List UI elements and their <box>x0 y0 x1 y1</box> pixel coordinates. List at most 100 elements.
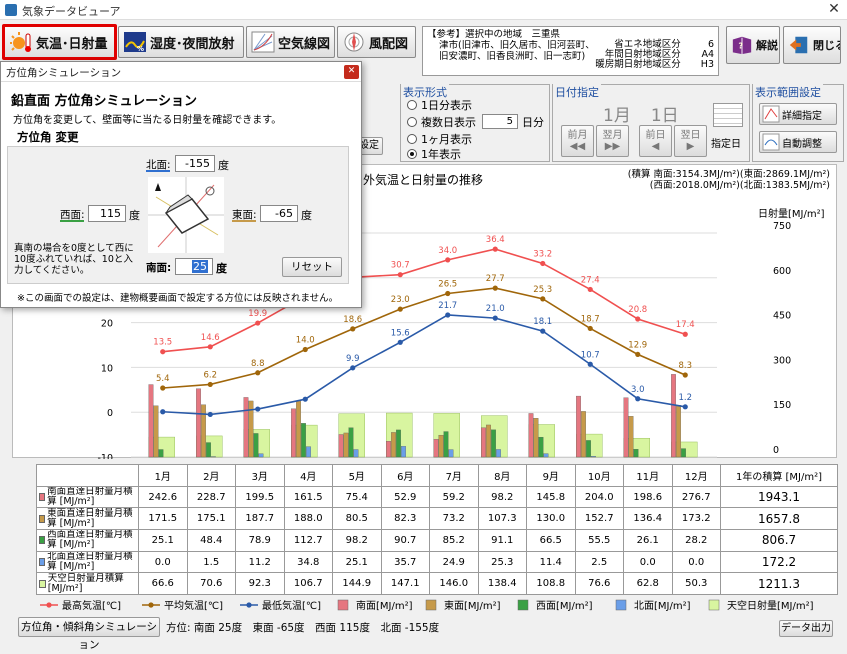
temp-solar-button[interactable]: 気温･日射量 <box>2 24 117 60</box>
auto-adjust-button[interactable]: 自動調整 <box>759 131 837 153</box>
east-input[interactable]: -65 <box>260 205 298 222</box>
data-label: 33.2 <box>533 249 552 259</box>
west-input[interactable]: 115 <box>88 205 126 222</box>
bar-north <box>354 450 359 457</box>
row-label: 南面直達日射量月積算 [MJ/m²] <box>37 486 139 508</box>
data-label: 10.7 <box>581 350 600 360</box>
prev-day-button[interactable]: 前日◀ <box>639 125 672 157</box>
table-cell: 173.2 <box>672 508 721 530</box>
line-point <box>208 412 213 417</box>
wind-rose-button[interactable]: 風配図 <box>337 26 416 58</box>
radio-one-year[interactable]: 1年表示 <box>407 146 544 161</box>
north-input[interactable]: -155 <box>175 155 215 172</box>
days-input[interactable]: 5 <box>482 114 518 129</box>
next-month-label: 翌月 <box>597 126 628 141</box>
bar-east <box>439 435 444 457</box>
north-color-line <box>146 170 170 172</box>
table-cell: 25.1 <box>139 530 188 552</box>
row-color-swatch <box>39 493 45 501</box>
window-close-icon[interactable]: ✕ <box>826 1 842 17</box>
row-color-swatch <box>39 558 45 566</box>
month-header: 10月 <box>575 465 624 487</box>
month-header: 12月 <box>672 465 721 487</box>
row-label-text: 北面直達日射量月積算 [MJ/m²] <box>47 552 138 572</box>
table-cell: 78.9 <box>236 530 285 552</box>
bar-north <box>496 449 501 457</box>
bar-east <box>629 416 634 457</box>
orientation-status: 方位: 南面 25度 東面 -65度 西面 115度 北面 -155度 <box>166 620 439 635</box>
data-table: 1月 2月 3月 4月 5月 6月 7月 8月 9月 10月 11月 12月 1… <box>36 464 837 595</box>
line-point <box>160 349 165 354</box>
annual-total-cell: 1657.8 <box>721 508 838 530</box>
detail-setting-button[interactable]: 詳細指定 <box>759 103 837 125</box>
row-color-swatch <box>39 515 45 523</box>
month-header: 11月 <box>624 465 673 487</box>
prev-month-button[interactable]: 前月◀◀ <box>561 125 594 157</box>
south-label: 南面: <box>146 260 171 275</box>
data-label: 15.6 <box>391 328 410 338</box>
bar-south <box>434 439 439 457</box>
radio-multi-day-label: 複数日表示 <box>421 114 476 130</box>
line-point <box>635 396 640 401</box>
month-header: 4月 <box>284 465 333 487</box>
radio-dot <box>407 100 417 110</box>
calendar-icon[interactable] <box>713 103 743 127</box>
annual-total-cell: 1943.1 <box>721 486 838 508</box>
prev-month-label: 前月 <box>562 126 593 141</box>
radio-one-month[interactable]: 1ヶ月表示 <box>407 131 544 146</box>
table-cell: 107.3 <box>478 508 527 530</box>
annual-total-cell: 1211.3 <box>721 573 838 595</box>
legend-label: 天空日射量[MJ/m²] <box>727 599 814 612</box>
auto-adjust-label: 自動調整 <box>782 135 822 150</box>
set-date-label: 指定日 <box>711 135 741 150</box>
table-cell: 204.0 <box>575 486 624 508</box>
help-button[interactable]: ? 解説 <box>726 26 780 64</box>
table-cell: 75.4 <box>333 486 382 508</box>
close-button[interactable]: 閉じる <box>783 26 841 64</box>
simulation-button[interactable]: 方位角・傾斜角シミュレーション <box>18 617 160 637</box>
reset-button[interactable]: リセット <box>282 257 342 277</box>
data-label: 36.4 <box>486 235 505 245</box>
line-point <box>255 406 260 411</box>
table-cell: 198.6 <box>624 486 673 508</box>
row-color-swatch <box>39 580 46 588</box>
data-label: 21.7 <box>438 301 457 311</box>
next-month-button[interactable]: 翌月▶▶ <box>596 125 629 157</box>
table-cell: 112.7 <box>284 530 333 552</box>
next-day-icon: ▶ <box>675 141 706 152</box>
table-cell: 187.7 <box>236 508 285 530</box>
radio-multi-day[interactable]: 複数日表示 5 日分 <box>407 112 544 131</box>
dialog-close-icon[interactable]: ✕ <box>344 65 359 79</box>
table-cell: 11.2 <box>236 551 285 573</box>
legend-swatch <box>338 600 348 610</box>
table-cell: 28.2 <box>672 530 721 552</box>
table-cell: 62.8 <box>624 573 673 595</box>
table-cell: 147.1 <box>381 573 430 595</box>
dialog-note: ※この画面での設定は、建物概要画面で設定する方位には反映されません。 <box>17 290 338 304</box>
psychrometric-chart-button[interactable]: 空気線図 <box>246 26 335 58</box>
table-cell: 106.7 <box>284 573 333 595</box>
table-cell: 0.0 <box>672 551 721 573</box>
line-point <box>588 362 593 367</box>
export-button[interactable]: データ出力 <box>779 620 833 637</box>
radio-dot <box>407 117 417 127</box>
bar-south <box>244 397 249 457</box>
annual-total-header: 1年の積算 [MJ/m²] <box>721 465 838 487</box>
month-header: 3月 <box>236 465 285 487</box>
row-label-text: 東面直達日射量月積算 [MJ/m²] <box>47 509 138 529</box>
west-deg: 度 <box>129 207 140 223</box>
title-bar: 気象データビューア ✕ <box>0 0 847 20</box>
north-deg: 度 <box>218 157 229 173</box>
row-label-text: 天空日射量月積算 [MJ/m²] <box>48 574 138 594</box>
bar-north <box>449 450 454 457</box>
sun-thermometer-icon <box>9 31 33 53</box>
right-tick-label: 0 <box>773 445 779 456</box>
south-input[interactable]: 25 <box>175 258 213 275</box>
next-day-button[interactable]: 翌日▶ <box>674 125 707 157</box>
prev-day-icon: ◀ <box>640 141 671 152</box>
radio-one-day[interactable]: 1日分表示 <box>407 97 544 112</box>
table-cell: 144.9 <box>333 573 382 595</box>
data-label: 17.4 <box>676 320 695 330</box>
humidity-night-radiation-button[interactable]: % 湿度･夜間放射 <box>118 26 244 58</box>
table-cell: 50.3 <box>672 573 721 595</box>
